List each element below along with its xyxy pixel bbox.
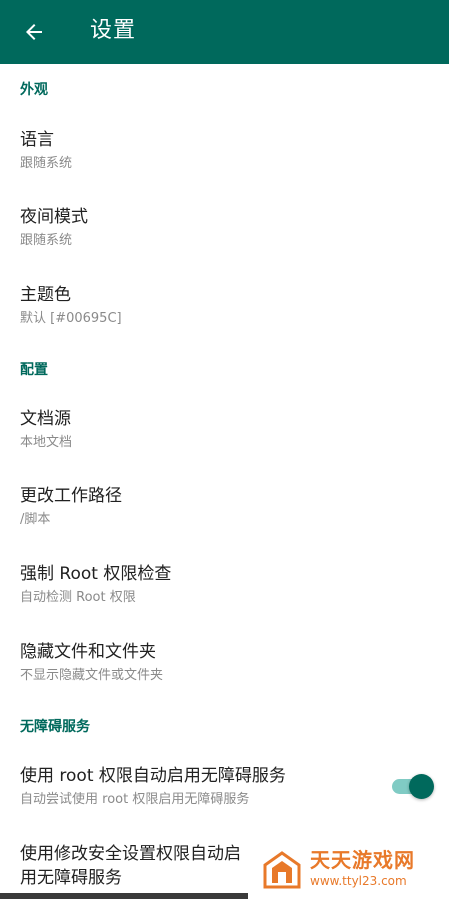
pref-title: 隐藏文件和文件夹 <box>20 642 156 662</box>
pref-title: 主题色 <box>20 285 71 305</box>
navigation-bar <box>0 893 248 899</box>
pref-title: 强制 Root 权限检查 <box>20 564 172 584</box>
pref-title: 语言 <box>20 130 54 150</box>
section-header-accessibility: 无障碍服务 <box>20 719 90 735</box>
pref-root-auto-accessibility[interactable]: 使用 root 权限自动启用无障碍服务 自动尝试使用 root 权限启用无障碍服… <box>0 754 449 824</box>
pref-title: 文档源 <box>20 409 71 429</box>
back-button[interactable] <box>14 12 54 52</box>
pref-language[interactable]: 语言 跟随系统 <box>0 116 449 186</box>
pref-title: 更改工作路径 <box>20 486 122 506</box>
pref-summary: 跟随系统 <box>20 233 73 248</box>
pref-work-path[interactable]: 更改工作路径 /脚本 <box>0 474 449 544</box>
pref-hidden-files[interactable]: 隐藏文件和文件夹 不显示隐藏文件或文件夹 <box>0 630 449 700</box>
arrow-back-icon <box>26 24 42 40</box>
settings-list[interactable]: 外观 语言 跟随系统 夜间模式 跟随系统 主题色 默认 [#00695C] 配置… <box>0 64 449 899</box>
pref-summary: 自动检测 Root 权限 <box>20 590 136 605</box>
pref-summary: 跟随系统 <box>20 156 73 171</box>
watermark-name: 天天游戏网 <box>310 848 415 872</box>
watermark: 天天游戏网 www.ttyl23.com <box>258 846 434 892</box>
pref-summary: 本地文档 <box>20 435 73 450</box>
pref-root-check[interactable]: 强制 Root 权限检查 自动检测 Root 权限 <box>0 552 449 622</box>
house-logo-icon <box>263 851 301 889</box>
section-header-config: 配置 <box>20 362 48 378</box>
pref-doc-source[interactable]: 文档源 本地文档 <box>0 396 449 466</box>
pref-night-mode[interactable]: 夜间模式 跟随系统 <box>0 194 449 264</box>
pref-summary: 自动尝试使用 root 权限启用无障碍服务 <box>20 792 250 807</box>
pref-summary: 默认 [#00695C] <box>20 311 122 326</box>
pref-summary: 不显示隐藏文件或文件夹 <box>20 668 164 683</box>
page-title: 设置 <box>90 18 137 43</box>
pref-summary: /脚本 <box>20 512 51 527</box>
pref-title: 使用 root 权限自动启用无障碍服务 <box>20 766 286 786</box>
pref-secure-settings-title[interactable]: 使用修改安全设置权限自动启用无障碍服务 <box>20 842 250 890</box>
switch-thumb <box>409 774 434 799</box>
app-bar: 设置 <box>0 0 449 64</box>
pref-title: 夜间模式 <box>20 207 88 227</box>
root-auto-switch[interactable] <box>392 771 434 801</box>
watermark-url: www.ttyl23.com <box>310 874 407 888</box>
section-header-appearance: 外观 <box>20 82 48 98</box>
pref-theme-color[interactable]: 主题色 默认 [#00695C] <box>0 272 449 342</box>
